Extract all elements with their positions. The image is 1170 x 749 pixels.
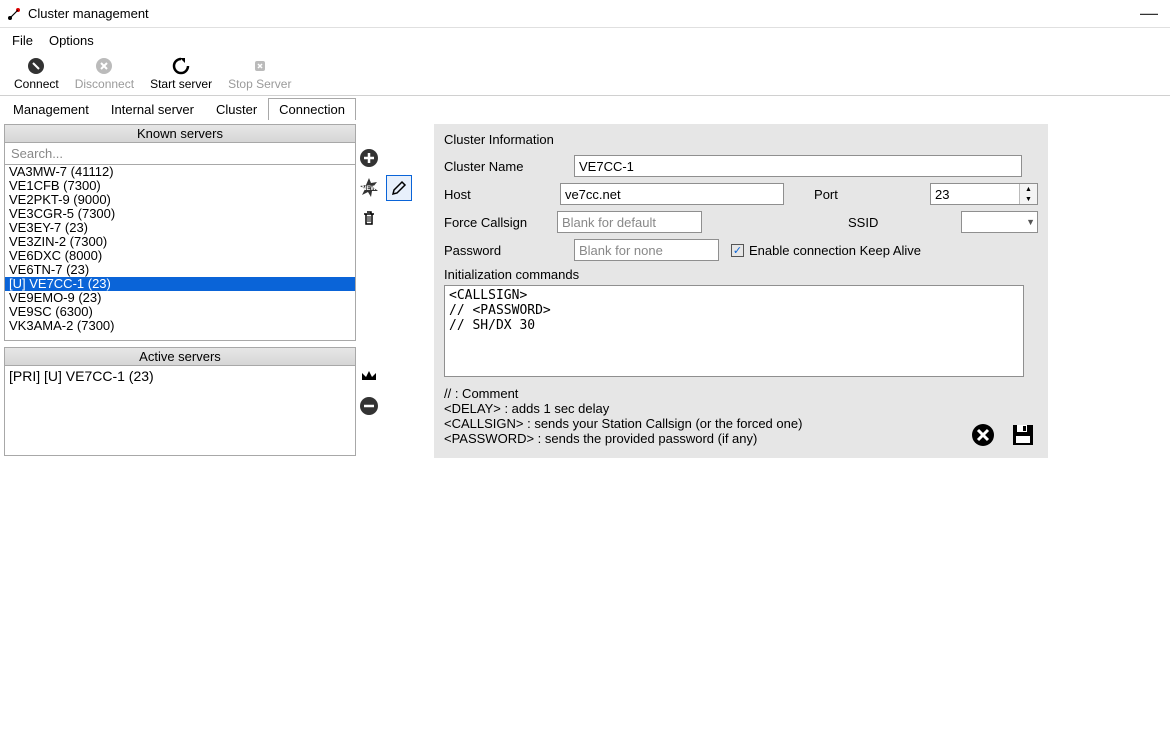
app-icon bbox=[6, 6, 22, 22]
close-circle-icon bbox=[970, 422, 996, 448]
password-label: Password bbox=[444, 243, 574, 258]
menu-options[interactable]: Options bbox=[49, 33, 94, 48]
tab-internal-server[interactable]: Internal server bbox=[100, 98, 205, 120]
trash-icon bbox=[360, 209, 378, 227]
known-servers-list[interactable]: VA3MW-7 (41112)VE1CFB (7300)VE2PKT-9 (90… bbox=[4, 165, 356, 341]
search-input[interactable] bbox=[4, 143, 356, 165]
help-line: // : Comment bbox=[444, 386, 1038, 401]
active-server-item[interactable]: [PRI] [U] VE7CC-1 (23) bbox=[9, 368, 351, 384]
active-servers-header: Active servers bbox=[4, 347, 356, 366]
stop-server-button[interactable]: Stop Server bbox=[222, 56, 297, 91]
start-server-label: Start server bbox=[150, 77, 212, 91]
add-server-button[interactable] bbox=[356, 145, 382, 171]
disconnect-icon bbox=[94, 56, 114, 76]
list-item[interactable]: VE9SC (6300) bbox=[5, 305, 355, 319]
edit-button[interactable] bbox=[386, 175, 412, 201]
disconnect-label: Disconnect bbox=[75, 77, 134, 91]
list-item[interactable]: VE3CGR-5 (7300) bbox=[5, 207, 355, 221]
init-commands-label: Initialization commands bbox=[444, 267, 1038, 282]
save-button[interactable] bbox=[1008, 420, 1038, 450]
help-line: <CALLSIGN> : sends your Station Callsign… bbox=[444, 416, 1038, 431]
list-item[interactable]: [U] VE7CC-1 (23) bbox=[5, 277, 355, 291]
stop-icon bbox=[250, 56, 270, 76]
window-title: Cluster management bbox=[28, 6, 1134, 21]
minus-circle-icon bbox=[358, 395, 380, 417]
list-item[interactable]: VE3ZIN-2 (7300) bbox=[5, 235, 355, 249]
connect-icon bbox=[26, 56, 46, 76]
port-label: Port bbox=[814, 187, 930, 202]
known-servers-header: Known servers bbox=[4, 124, 356, 143]
tab-cluster[interactable]: Cluster bbox=[205, 98, 268, 120]
svg-text:NEW: NEW bbox=[362, 186, 376, 192]
list-item[interactable]: VK3AMA-2 (7300) bbox=[5, 319, 355, 333]
port-spinner[interactable]: ▲▼ bbox=[1019, 184, 1037, 204]
chevron-down-icon[interactable]: ▼ bbox=[1020, 194, 1037, 204]
list-item[interactable]: VE2PKT-9 (9000) bbox=[5, 193, 355, 207]
stop-server-label: Stop Server bbox=[228, 77, 291, 91]
tab-connection[interactable]: Connection bbox=[268, 98, 356, 120]
force-callsign-input[interactable] bbox=[557, 211, 702, 233]
help-line: <PASSWORD> : sends the provided password… bbox=[444, 431, 1038, 446]
primary-button[interactable] bbox=[356, 363, 382, 389]
toolbar: Connect Disconnect Start server Stop Ser… bbox=[0, 52, 1170, 96]
list-item[interactable]: VE9EMO-9 (23) bbox=[5, 291, 355, 305]
ssid-label: SSID bbox=[848, 215, 961, 230]
connect-label: Connect bbox=[14, 77, 59, 91]
keepalive-label: Enable connection Keep Alive bbox=[749, 243, 921, 258]
active-servers-list[interactable]: [PRI] [U] VE7CC-1 (23) bbox=[4, 366, 356, 456]
list-item[interactable]: VE3EY-7 (23) bbox=[5, 221, 355, 235]
port-value[interactable] bbox=[931, 184, 1019, 204]
new-button[interactable]: NEW bbox=[356, 175, 382, 201]
cancel-button[interactable] bbox=[968, 420, 998, 450]
crown-icon bbox=[359, 366, 379, 386]
minimize-button[interactable]: — bbox=[1134, 3, 1164, 24]
list-item[interactable]: VA3MW-7 (41112) bbox=[5, 165, 355, 179]
password-input[interactable] bbox=[574, 239, 719, 261]
init-commands-textarea[interactable] bbox=[444, 285, 1024, 377]
title-bar: Cluster management — bbox=[0, 0, 1170, 28]
connect-button[interactable]: Connect bbox=[8, 56, 65, 91]
list-item[interactable]: VE1CFB (7300) bbox=[5, 179, 355, 193]
delete-button[interactable] bbox=[356, 205, 382, 231]
new-badge-icon: NEW bbox=[358, 177, 380, 199]
keepalive-checkbox[interactable]: ✓ Enable connection Keep Alive bbox=[731, 243, 921, 258]
port-input[interactable]: ▲▼ bbox=[930, 183, 1038, 205]
disconnect-button[interactable]: Disconnect bbox=[69, 56, 140, 91]
cluster-info-panel: Cluster Information Cluster Name Host Po… bbox=[434, 124, 1048, 458]
menu-bar: File Options bbox=[0, 28, 1170, 52]
help-text: // : Comment <DELAY> : adds 1 sec delay … bbox=[444, 386, 1038, 446]
list-item[interactable]: VE6TN-7 (23) bbox=[5, 263, 355, 277]
list-item[interactable]: VE6DXC (8000) bbox=[5, 249, 355, 263]
remove-button[interactable] bbox=[356, 393, 382, 419]
force-callsign-label: Force Callsign bbox=[444, 215, 557, 230]
start-server-button[interactable]: Start server bbox=[144, 56, 218, 91]
save-icon bbox=[1010, 422, 1036, 448]
checkbox-checked-icon: ✓ bbox=[731, 244, 744, 257]
host-input[interactable] bbox=[560, 183, 784, 205]
pencil-icon bbox=[390, 179, 408, 197]
cluster-name-input[interactable] bbox=[574, 155, 1022, 177]
ssid-select[interactable]: ▼ bbox=[961, 211, 1038, 233]
refresh-icon bbox=[171, 56, 191, 76]
menu-file[interactable]: File bbox=[12, 33, 33, 48]
tab-management[interactable]: Management bbox=[2, 98, 100, 120]
cluster-info-title: Cluster Information bbox=[444, 132, 1038, 147]
host-label: Host bbox=[444, 187, 560, 202]
chevron-up-icon[interactable]: ▲ bbox=[1020, 184, 1037, 194]
tab-bar: Management Internal server Cluster Conne… bbox=[0, 96, 1170, 120]
cluster-name-label: Cluster Name bbox=[444, 159, 574, 174]
chevron-down-icon: ▼ bbox=[1026, 217, 1035, 227]
help-line: <DELAY> : adds 1 sec delay bbox=[444, 401, 1038, 416]
plus-circle-icon bbox=[358, 147, 380, 169]
